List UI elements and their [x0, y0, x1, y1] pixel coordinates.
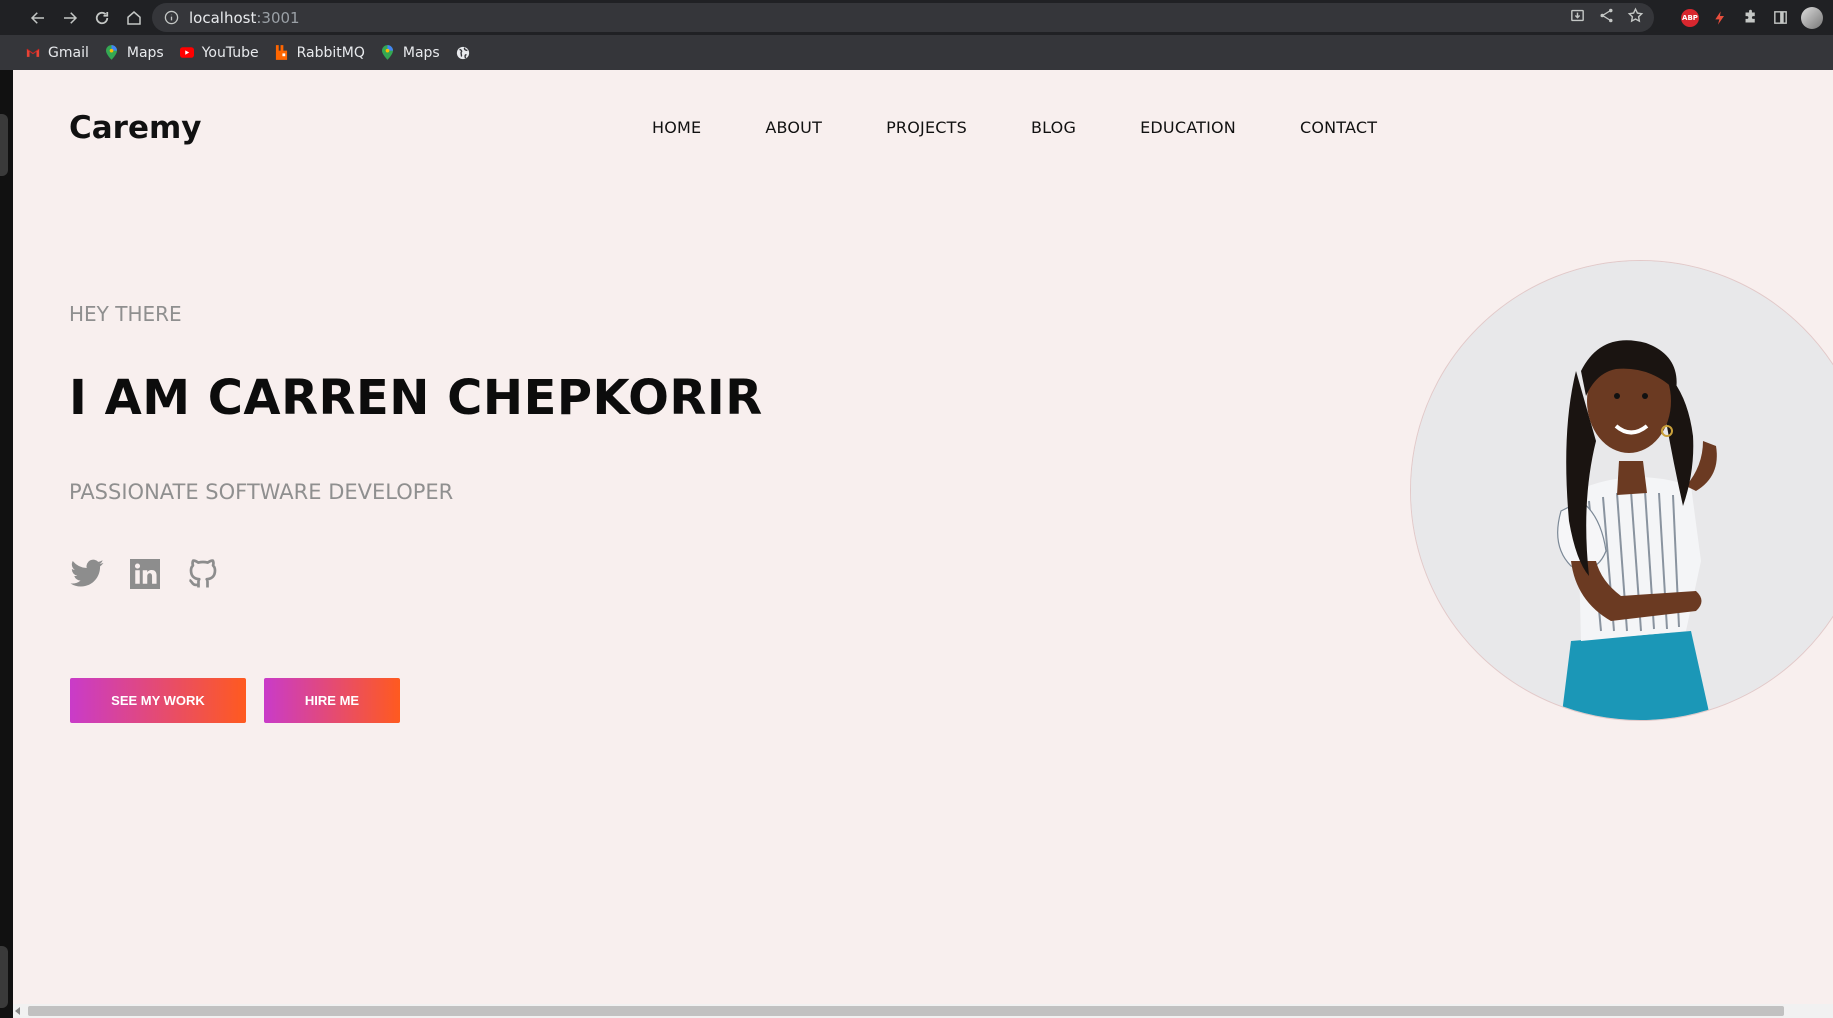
adblock-extension-icon[interactable]: ABP — [1681, 8, 1699, 27]
back-arrow-icon[interactable] — [22, 0, 54, 35]
site-info-icon[interactable] — [164, 10, 179, 25]
nav-contact[interactable]: CONTACT — [1300, 118, 1377, 137]
bookmark-gmail[interactable]: Gmail — [26, 45, 89, 61]
bookmark-rabbitmq[interactable]: RabbitMQ — [275, 45, 365, 61]
profile-photo — [1410, 260, 1833, 721]
hero-greeting: HEY THERE — [69, 302, 182, 326]
bookmark-youtube[interactable]: YouTube — [179, 45, 259, 61]
portfolio-page: Caremy HOME ABOUT PROJECTS BLOG EDUCATIO… — [13, 70, 1833, 1018]
scrollbar-thumb[interactable] — [28, 1006, 1784, 1016]
scroll-left-arrow-icon[interactable] — [15, 1007, 20, 1015]
nav-blog[interactable]: BLOG — [1031, 118, 1076, 137]
nav-about[interactable]: ABOUT — [765, 118, 822, 137]
github-icon[interactable] — [185, 556, 221, 592]
social-links — [69, 556, 221, 592]
hero-headline: I AM CARREN CHEPKORIR — [69, 370, 763, 426]
address-bar[interactable]: localhost:3001 — [152, 3, 1654, 32]
nav-home[interactable]: HOME — [652, 118, 701, 137]
globe-icon — [456, 46, 470, 60]
bookmark-globe[interactable] — [456, 46, 478, 60]
nav-projects[interactable]: PROJECTS — [886, 118, 967, 137]
reload-icon[interactable] — [86, 0, 118, 35]
forward-arrow-icon[interactable] — [54, 0, 86, 35]
install-app-icon[interactable] — [1569, 7, 1586, 28]
gmail-icon — [26, 46, 40, 60]
url-text[interactable]: localhost:3001 — [189, 9, 300, 27]
browser-toolbar: localhost:3001 ABP — [0, 0, 1833, 35]
twitter-icon[interactable] — [69, 556, 105, 592]
home-icon[interactable] — [118, 0, 150, 35]
rabbitmq-icon — [275, 45, 289, 60]
site-logo[interactable]: Caremy — [69, 110, 202, 146]
linkedin-icon[interactable] — [127, 556, 163, 592]
nav-education[interactable]: EDUCATION — [1140, 118, 1236, 137]
youtube-icon — [179, 46, 194, 60]
bookmarks-bar: Gmail Maps YouTube RabbitMQ Maps — [0, 35, 1833, 70]
see-my-work-button[interactable]: SEE MY WORK — [70, 678, 246, 723]
hero-subtitle: PASSIONATE SOFTWARE DEVELOPER — [69, 480, 454, 504]
maps-icon — [105, 45, 119, 60]
maps-icon — [381, 45, 395, 60]
bookmark-maps[interactable]: Maps — [105, 45, 164, 61]
hire-me-button[interactable]: HIRE ME — [264, 678, 400, 723]
share-icon[interactable] — [1598, 7, 1615, 28]
profile-avatar[interactable] — [1801, 6, 1823, 29]
window-edge — [0, 70, 13, 1018]
extensions-puzzle-icon[interactable] — [1741, 9, 1759, 27]
hero-actions: SEE MY WORK HIRE ME — [70, 678, 400, 723]
extension-bolt-icon[interactable] — [1711, 9, 1729, 27]
bookmark-maps-2[interactable]: Maps — [381, 45, 440, 61]
side-panel-icon[interactable] — [1771, 9, 1789, 27]
bookmark-star-icon[interactable] — [1627, 7, 1644, 28]
horizontal-scrollbar[interactable] — [13, 1004, 1833, 1018]
main-nav: HOME ABOUT PROJECTS BLOG EDUCATION CONTA… — [652, 118, 1441, 137]
